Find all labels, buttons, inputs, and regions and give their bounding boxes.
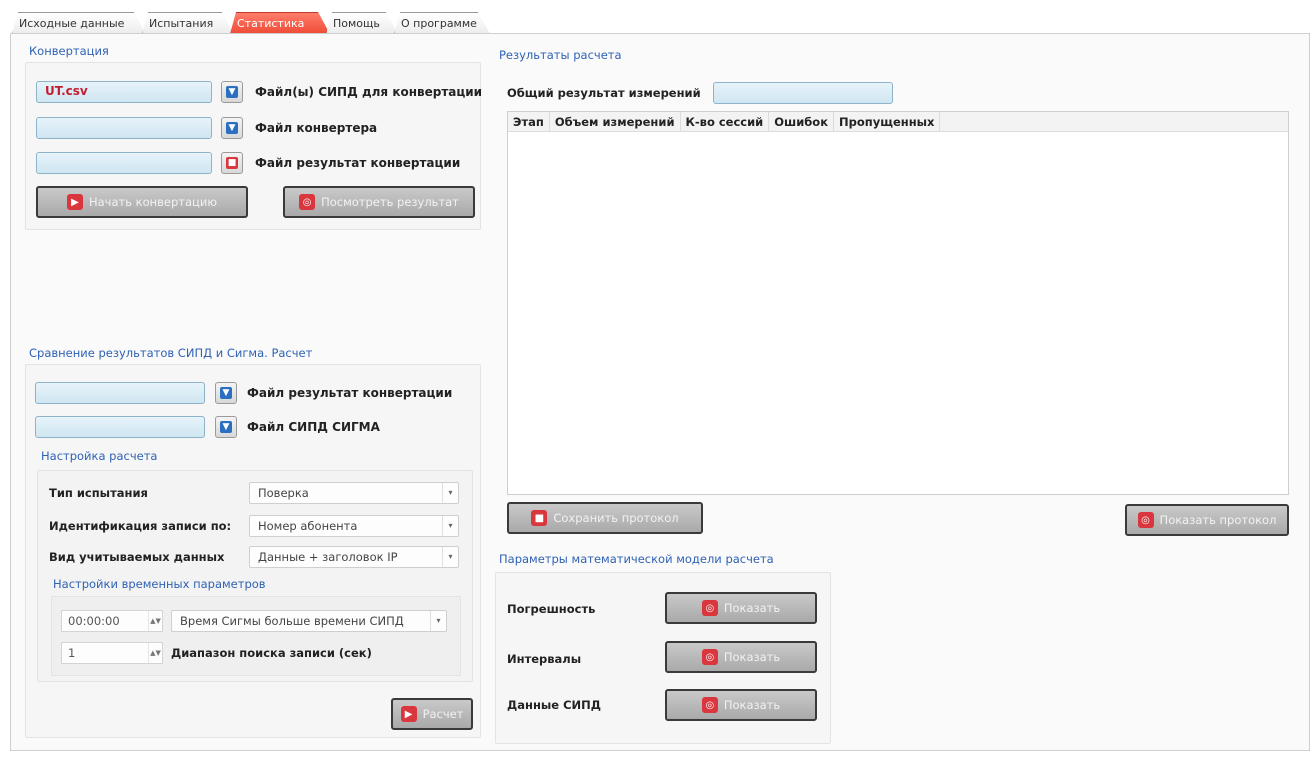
sipd-data-label: Данные СИПД [507,698,602,712]
show-sipd-data-button[interactable]: ◎ Показать [665,689,817,721]
chevron-down-icon: ▾ [442,547,458,567]
data-kind-value: Данные + заголовок IP [258,550,398,564]
statistics-page: Конвертация UT.csv ▼ Файл(ы) СИПД для ко… [10,33,1310,751]
time-settings-group [51,596,461,676]
total-result-input[interactable] [713,82,893,104]
show-error-button[interactable]: ◎ Показать [665,592,817,624]
data-kind-select[interactable]: Данные + заголовок IP ▾ [249,546,459,568]
col-errors[interactable]: Ошибок [769,112,835,131]
open-sipd-files-button[interactable]: ▼ [221,81,243,103]
show-intervals-button[interactable]: ◎ Показать [665,641,817,673]
floppy-save-icon: ■ [531,510,548,526]
folder-open-icon: ▼ [226,86,238,98]
intervals-label: Интервалы [507,652,582,666]
time-mode-value: Время Сигмы больше времени СИПД [180,614,404,628]
time-mode-select[interactable]: Время Сигмы больше времени СИПД ▾ [171,610,447,632]
open-sigma-file-button[interactable]: ▼ [215,416,237,438]
chevron-down-icon: ▾ [430,611,446,631]
conv-result-file-input[interactable] [35,382,205,404]
time-settings-title: Настройки временных параметров [53,577,266,591]
view-icon: ◎ [701,649,718,665]
chevron-down-icon: ▾ [442,483,458,503]
save-result-file-button[interactable]: ■ [221,152,243,174]
test-type-label: Тип испытания [49,486,148,500]
save-protocol-button[interactable]: ■ Сохранить протокол [507,502,703,534]
col-volume[interactable]: Объем измерений [550,112,681,131]
convert-icon: ▶ [66,194,83,210]
conversion-result-file-input[interactable] [36,152,212,174]
total-result-label: Общий результат измерений [507,86,701,100]
show-error-label: Показать [723,601,781,615]
folder-open-icon: ▼ [226,122,238,134]
test-type-value: Поверка [258,486,309,500]
converter-file-label: Файл конвертера [255,121,378,135]
calc-settings-title: Настройка расчета [41,449,158,463]
view-result-label: Посмотреть результат [321,195,459,209]
tab-statistics[interactable]: Статистика [230,12,330,34]
results-table: Этап Объем измерений К-во сессий Ошибок … [507,111,1289,495]
calc-button-label: Расчет [422,707,464,721]
chevron-down-icon: ▾ [442,516,458,536]
tab-tests[interactable]: Испытания [142,12,234,34]
col-stage[interactable]: Этап [508,112,550,131]
show-intervals-label: Показать [723,650,781,664]
spin-arrows-icon: ▲▼ [148,611,162,631]
floppy-save-icon: ■ [226,157,238,169]
tab-source-data[interactable]: Исходные данные [12,12,146,34]
start-conversion-label: Начать конвертацию [88,195,218,209]
view-result-button[interactable]: ◎ Посмотреть результат [283,186,475,218]
data-kind-label: Вид учитываемых данных [49,550,225,564]
math-model-title: Параметры математической модели расчета [499,552,774,566]
calc-button[interactable]: ▶ Расчет [391,698,473,730]
search-range-input[interactable]: 1 ▲▼ [61,642,163,664]
folder-open-icon: ▼ [220,421,232,433]
record-id-value: Номер абонента [258,519,358,533]
view-icon: ◎ [701,697,718,713]
time-offset-value: 00:00:00 [68,614,120,628]
test-type-select[interactable]: Поверка ▾ [249,482,459,504]
tab-help[interactable]: Помощь [326,12,398,34]
show-protocol-button[interactable]: ◎ Показать протокол [1125,504,1289,536]
tab-about[interactable]: О программе [394,12,490,34]
col-missed[interactable]: Пропущенных [834,112,941,131]
spin-arrows-icon: ▲▼ [148,643,162,663]
converter-file-input[interactable] [36,117,212,139]
col-sessions[interactable]: К-во сессий [681,112,770,131]
open-converter-file-button[interactable]: ▼ [221,117,243,139]
conversion-title: Конвертация [29,44,109,58]
results-title: Результаты расчета [499,48,622,62]
save-protocol-label: Сохранить протокол [553,511,679,525]
error-label: Погрешность [507,602,596,616]
comparison-title: Сравнение результатов СИПД и Сигма. Расч… [29,346,313,360]
start-conversion-button[interactable]: ▶ Начать конвертацию [36,186,248,218]
search-range-label: Диапазон поиска записи (сек) [171,646,372,660]
results-table-header: Этап Объем измерений К-во сессий Ошибок … [508,112,1288,132]
show-sipd-data-label: Показать [723,698,781,712]
sipd-files-input[interactable]: UT.csv [36,81,212,103]
folder-open-icon: ▼ [220,387,232,399]
view-icon: ◎ [701,600,718,616]
time-offset-input[interactable]: 00:00:00 ▲▼ [61,610,163,632]
sigma-file-label: Файл СИПД СИГМА [247,420,380,434]
sipd-files-label: Файл(ы) СИПД для конвертации [255,85,483,99]
open-conv-result-button[interactable]: ▼ [215,382,237,404]
view-icon: ◎ [1137,512,1154,528]
record-id-select[interactable]: Номер абонента ▾ [249,515,459,537]
conversion-result-file-label: Файл результат конвертации [255,156,461,170]
record-id-label: Идентификация записи по: [49,519,232,533]
view-icon: ◎ [299,194,316,210]
calc-icon: ▶ [400,706,417,722]
conv-result-file-label: Файл результат конвертации [247,386,453,400]
show-protocol-label: Показать протокол [1159,513,1277,527]
sigma-file-input[interactable] [35,416,205,438]
search-range-value: 1 [68,646,76,660]
